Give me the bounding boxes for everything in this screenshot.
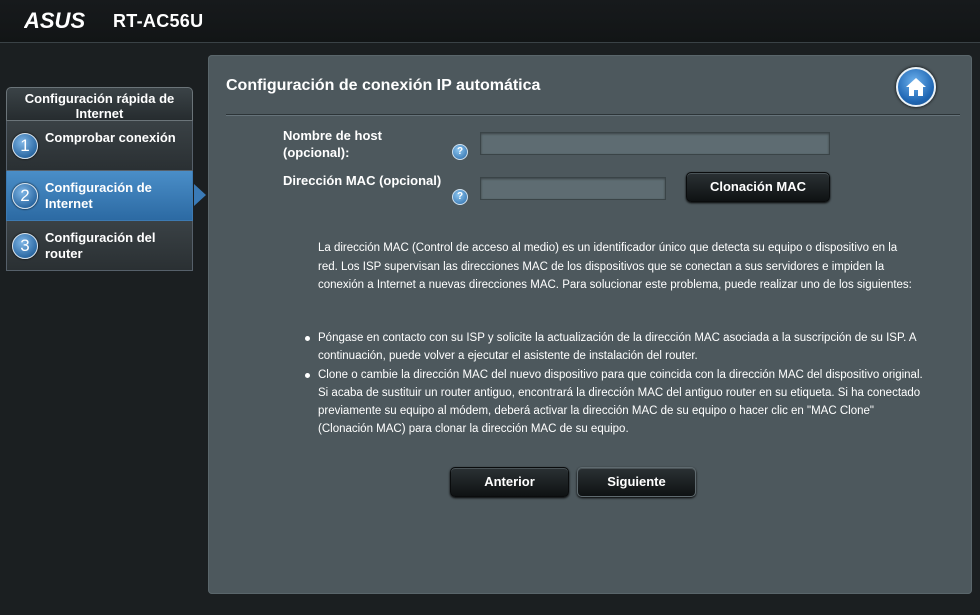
active-arrow-icon [194, 184, 206, 206]
home-icon [906, 78, 926, 96]
hostname-input[interactable] [480, 132, 830, 155]
title-divider [226, 114, 960, 115]
sidebar-item-router-setup[interactable]: 3 Configuración del router [6, 221, 193, 271]
page-title: Configuración de conexión IP automática [226, 77, 541, 94]
home-button[interactable] [896, 67, 936, 107]
step-2-icon: 2 [12, 183, 38, 209]
hostname-help-icon[interactable]: ? [452, 144, 468, 160]
sidebar-item-label: Comprobar conexión [45, 130, 176, 145]
mac-label: Dirección MAC (opcional) [283, 173, 442, 188]
next-button[interactable]: Siguiente [577, 467, 696, 497]
mac-address-input[interactable] [480, 177, 666, 200]
mac-clone-button[interactable]: Clonación MAC [686, 172, 830, 202]
asus-logo-text: ASUS [24, 9, 85, 33]
mac-description: La dirección MAC (Control de acceso al m… [318, 239, 918, 295]
step-1-icon: 1 [12, 133, 38, 159]
previous-button[interactable]: Anterior [450, 467, 569, 497]
sidebar-item-label: Configuración de Internet [45, 180, 152, 211]
sidebar-item-internet-setup[interactable]: 2 Configuración de Internet [6, 171, 206, 221]
options-list: Póngase en contacto con su ISP y solicit… [304, 329, 924, 439]
header-divider [0, 42, 980, 43]
router-model: RT-AC56U [113, 11, 204, 31]
mac-help-icon[interactable]: ? [452, 189, 468, 205]
sidebar-item-label: Configuración del router [45, 230, 156, 261]
description-text: La dirección MAC (Control de acceso al m… [318, 242, 912, 292]
top-header: ASUS RT-AC56U [0, 0, 980, 42]
sidebar-title: Configuración rápida de Internet [6, 87, 193, 121]
sidebar-item-check-connection[interactable]: 1 Comprobar conexión [6, 121, 193, 171]
asus-logo: ASUS [24, 9, 85, 33]
list-item: Póngase en contacto con su ISP y solicit… [304, 329, 924, 366]
hostname-label-line2: (opcional): [283, 145, 350, 160]
hostname-label: Nombre de host (opcional): [283, 127, 382, 161]
list-item: Clone o cambie la dirección MAC del nuev… [304, 366, 924, 439]
step-3-icon: 3 [12, 233, 38, 259]
sidebar: Configuración rápida de Internet 1 Compr… [6, 87, 206, 271]
main-panel: Configuración de conexión IP automática … [208, 55, 972, 594]
hostname-label-line1: Nombre de host [283, 128, 382, 143]
